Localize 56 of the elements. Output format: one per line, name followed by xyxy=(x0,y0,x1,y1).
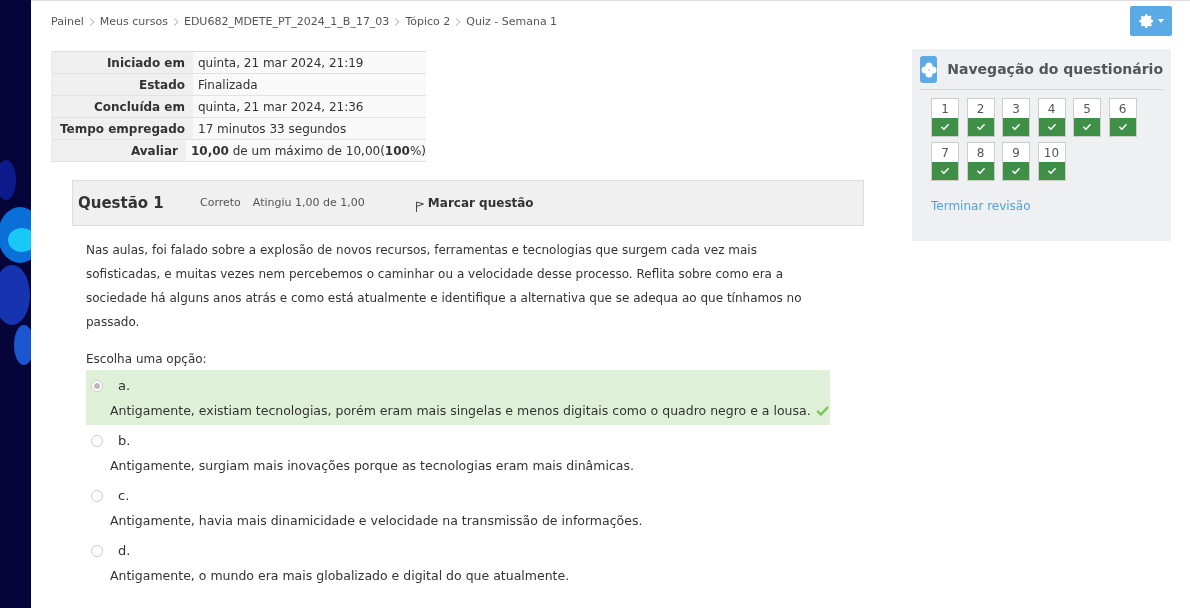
option-text: Antigamente, existiam tecnologias, porém eram mais singelas e menos digitais como o quadro negro e a lousa. xyxy=(110,401,811,420)
question-nav-button[interactable]: 5 xyxy=(1073,98,1101,137)
option-letter: c. xyxy=(118,487,130,505)
answer-option[interactable]: b. Antigamente, surgiam mais inovações porque as tecnologias eram mais dinâmicas. xyxy=(86,425,830,480)
summary-label: Avaliar xyxy=(51,140,186,161)
breadcrumb-link[interactable]: Tópico 2 xyxy=(405,14,451,31)
radio-button[interactable] xyxy=(91,544,103,557)
question-nav-button[interactable]: 8 xyxy=(966,142,995,181)
option-letter: a. xyxy=(118,377,131,395)
summary-value: 10,00 de um máximo de 10,00(100%) xyxy=(189,142,426,160)
question-nav-button[interactable]: 10 xyxy=(1037,142,1066,181)
question-nav-button[interactable]: 7 xyxy=(931,142,959,181)
summary-label: Concluída em xyxy=(51,96,193,117)
breadcrumb-link[interactable]: Quiz - Semana 1 xyxy=(466,14,558,31)
question-nav-button[interactable]: 6 xyxy=(1108,98,1137,137)
summary-label: Estado xyxy=(51,74,193,95)
summary-label: Tempo empregado xyxy=(51,118,193,139)
answer-option[interactable]: c. Antigamente, havia mais dinamicidade e velocidade na transmissão de informações. xyxy=(86,480,830,535)
question-text: Nas aulas, foi falado sobre a explosão de novos recursos, ferramentas e tecnologias que surgem cada vez mais sofisticadas, e muitas vezes nem percebemos o caminhar ou a velocidade desse processo. Reflita sobre como era a sociedade há alguns anos atrás e como está atualmente e identifique a alternativa que se adequa ao que tínhamos no passado. xyxy=(86,242,803,331)
summary-value: Finalizada xyxy=(197,76,258,94)
radio-button[interactable] xyxy=(91,434,103,447)
settings-menu-button[interactable] xyxy=(1130,6,1172,36)
option-text: Antigamente, o mundo era mais globalizado e digital do que atualmente. xyxy=(110,566,570,585)
chevron-icon xyxy=(172,18,179,27)
chevron-icon xyxy=(394,18,401,27)
question-nav-button[interactable]: 3 xyxy=(1002,98,1030,137)
panel-title: Navegação do questionário xyxy=(947,60,1163,79)
option-text: Antigamente, havia mais dinamicidade e velocidade na transmissão de informações. xyxy=(110,511,643,530)
question-grade: Atingiu 1,00 de 1,00 xyxy=(252,194,366,211)
flag-icon xyxy=(414,199,425,212)
chevron-icon xyxy=(455,18,462,27)
summary-label: Iniciado em xyxy=(51,52,193,73)
radio-button[interactable] xyxy=(91,379,103,392)
caret-icon xyxy=(1157,19,1164,23)
option-letter: b. xyxy=(118,432,131,450)
question-nav-button[interactable]: 2 xyxy=(966,98,995,137)
option-letter: d. xyxy=(118,542,131,560)
answer-option[interactable]: a. Antigamente, existiam tecnologias, porém eram mais singelas e menos digitais como o quadro negro e a lousa. xyxy=(86,370,830,425)
option-text: Antigamente, surgiam mais inovações porque as tecnologias eram mais dinâmicas. xyxy=(110,456,634,475)
summary-value: quinta, 21 mar 2024, 21:36 xyxy=(197,98,364,116)
chevron-icon xyxy=(88,18,95,27)
summary-value: quinta, 21 mar 2024, 21:19 xyxy=(197,54,364,72)
choice-prompt: Escolha uma opção: xyxy=(86,351,208,368)
breadcrumb-link[interactable]: Meus cursos xyxy=(99,14,168,31)
question-status: Correto xyxy=(200,194,241,211)
breadcrumb-link[interactable]: EDU682_MDETE_PT_2024_1_B_17_03 xyxy=(183,14,390,31)
settings-icon xyxy=(1138,13,1155,29)
breadcrumb-link[interactable]: Painel xyxy=(51,14,84,31)
question-nav-button[interactable]: 4 xyxy=(1037,98,1066,137)
question-nav-button[interactable]: 9 xyxy=(1002,142,1030,181)
question-nav-button[interactable]: 1 xyxy=(931,98,959,137)
flag-question-button[interactable]: Marcar questão xyxy=(414,194,534,212)
question-title: Questão 1 xyxy=(78,192,165,214)
radio-button[interactable] xyxy=(91,489,103,502)
answer-option[interactable]: d. Antigamente, o mundo era mais globalizado e digital do que atualmente. xyxy=(86,535,830,590)
summary-value: 17 minutos 33 segundos xyxy=(197,120,347,138)
